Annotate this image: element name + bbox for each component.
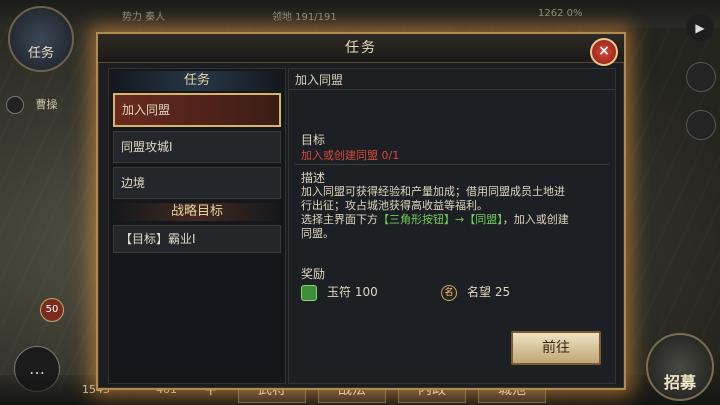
desc-line: 选择主界面下方【三角形按钮】→【同盟】，加入或创建同盟。 (301, 213, 569, 240)
commander-label[interactable]: 曹操 (6, 96, 86, 116)
reward-fame-text: 名望 25 (467, 285, 511, 299)
side-tool-button[interactable] (686, 110, 716, 140)
top-bar: 势力 秦人 领地 191/191 1262 0% (0, 0, 720, 28)
task-dialog: 任务 × 任务 加入同盟 同盟攻城I 边境 战略目标 【目标】霸业I 加入同盟 … (96, 32, 626, 390)
faction-info: 势力 秦人 (122, 12, 166, 23)
task-item-join-alliance[interactable]: 加入同盟 (113, 93, 281, 127)
divider (289, 89, 615, 90)
task-hud-label: 任务 (27, 46, 54, 61)
level-badge: 50 (40, 298, 64, 322)
task-list-panel: 任务 加入同盟 同盟攻城I 边境 战略目标 【目标】霸业I (108, 68, 286, 384)
side-tool-button[interactable] (686, 62, 716, 92)
task-detail-panel: 加入同盟 目标 加入或创建同盟 0/1 描述 加入同盟可获得经验和产量加成；借用… (288, 68, 616, 384)
hint-highlight: 【三角形按钮】→【同盟】 (378, 213, 503, 226)
task-description: 加入同盟可获得经验和产量加成；借用同盟成员土地进行出征；攻占城池获得高收益等福利… (301, 185, 569, 241)
dialog-title: 任务 (98, 34, 624, 63)
reward-fame: 名名望 25 (441, 283, 510, 301)
task-hud-button[interactable]: 任务 (8, 6, 74, 72)
task-list-header: 任务 (109, 71, 285, 91)
desc-line: 加入同盟可获得经验和产量加成；借用同盟成员土地进行出征；攻占城池获得高收益等福利… (301, 185, 565, 212)
resource-info: 1262 0% (538, 8, 583, 19)
recruit-label: 招募 (663, 373, 696, 392)
strategy-header: 战略目标 (109, 203, 285, 221)
desc-label: 描述 (301, 171, 326, 185)
go-button[interactable]: 前往 (511, 331, 601, 365)
recruit-button[interactable]: 招募 (646, 333, 714, 401)
play-icon[interactable]: ▶ (686, 14, 714, 42)
task-detail-title: 加入同盟 (295, 73, 344, 87)
reward-label: 奖励 (301, 267, 326, 281)
close-button[interactable]: × (590, 38, 618, 66)
commander-icon (6, 96, 24, 114)
goal-progress: 加入或创建同盟 0/1 (301, 149, 400, 162)
jade-icon (301, 284, 317, 301)
task-item-border[interactable]: 边境 (113, 167, 281, 199)
territory-info: 领地 191/191 (272, 12, 337, 23)
task-item-alliance-siege[interactable]: 同盟攻城I (113, 131, 281, 163)
divider (295, 164, 609, 165)
fame-icon: 名 (441, 284, 457, 301)
goal-label: 目标 (301, 133, 326, 147)
reward-jade: 玉符 100 (301, 283, 378, 301)
commander-name: 曹操 (35, 98, 58, 111)
strategy-goal-item[interactable]: 【目标】霸业I (113, 225, 281, 253)
reward-jade-text: 玉符 100 (327, 285, 378, 299)
